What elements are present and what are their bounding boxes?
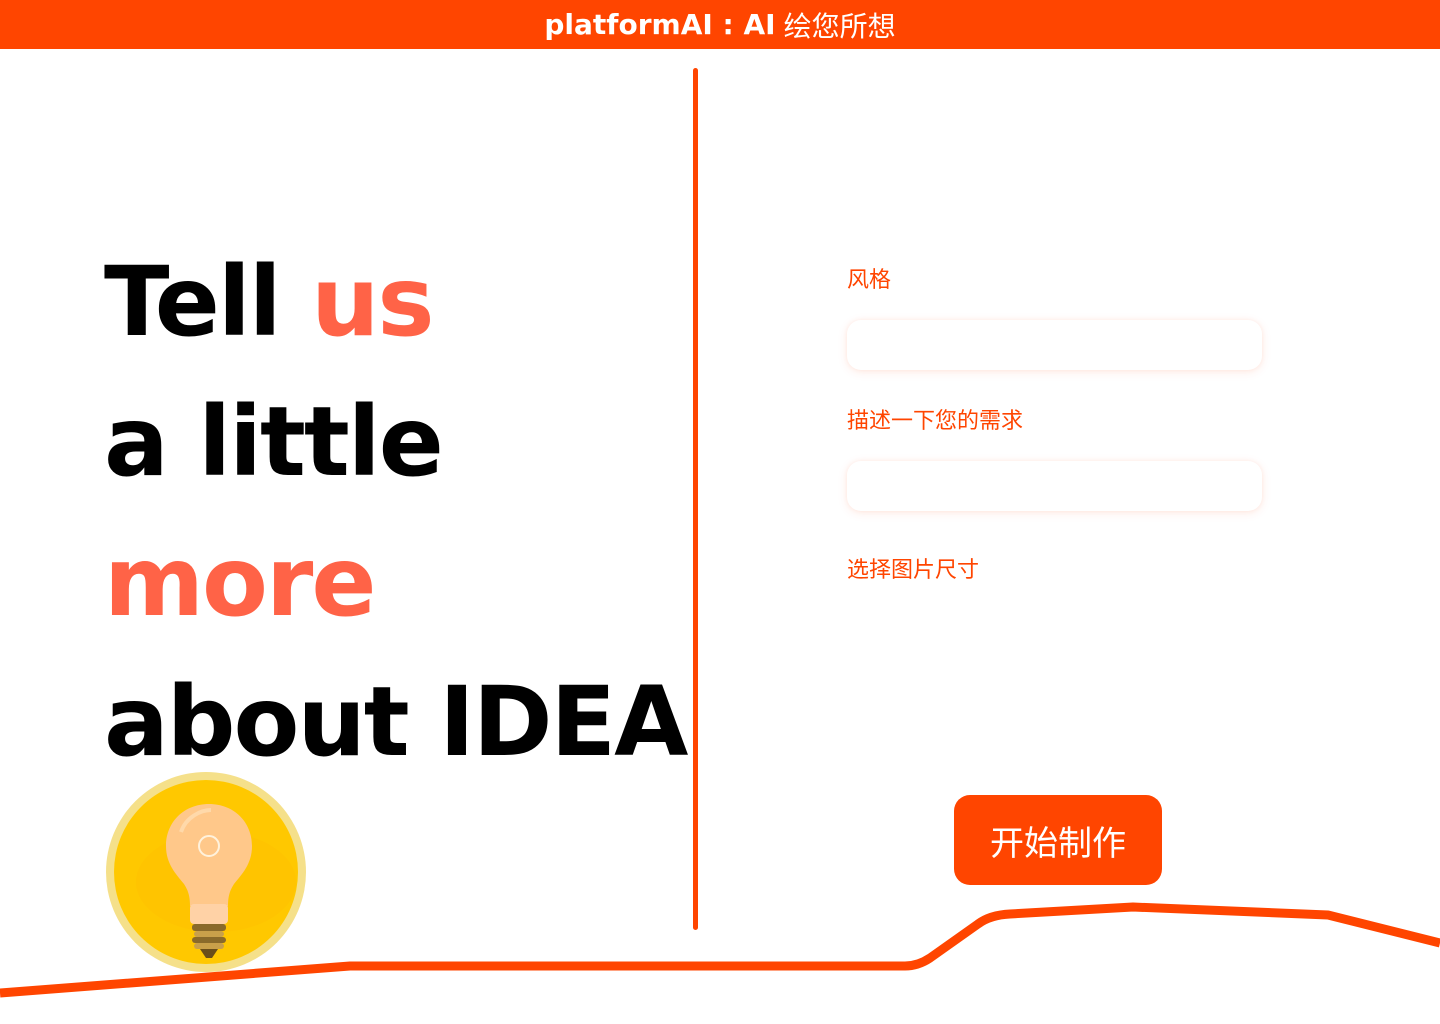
top-banner: platformAI : AI 绘您所想: [0, 0, 1440, 49]
lightbulb-icon: [106, 772, 306, 972]
brand-title: platformAI : AI: [544, 8, 776, 41]
hero-line-3: more: [104, 526, 376, 638]
hero-line-4: about IDEA: [104, 666, 688, 778]
vertical-divider: [693, 68, 698, 930]
hero-line-1-text: Tell: [104, 246, 312, 358]
brand-tagline: 绘您所想: [783, 9, 896, 43]
hero-line-1: Tell us: [104, 232, 684, 372]
hero-line-2: a little: [104, 386, 444, 498]
description-input[interactable]: [847, 461, 1262, 511]
style-input[interactable]: [847, 320, 1262, 370]
start-button[interactable]: 开始制作: [954, 795, 1162, 885]
hero-line-1-accent: us: [311, 246, 434, 358]
image-size-label: 选择图片尺寸: [847, 558, 980, 583]
style-label: 风格: [847, 268, 892, 293]
description-label: 描述一下您的需求: [847, 409, 1024, 434]
hero-headline: Tell us a little more about IDEA: [104, 232, 688, 792]
